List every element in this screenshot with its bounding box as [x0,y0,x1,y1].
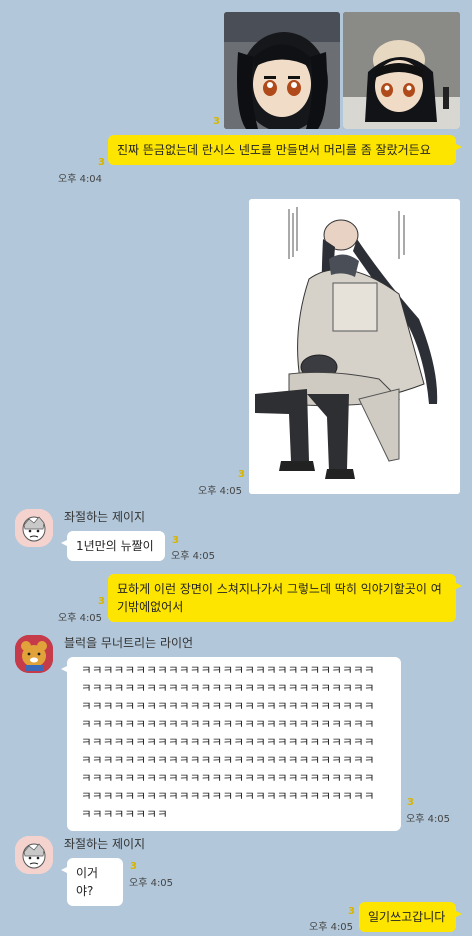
sender-name: 블럭을 무너트리는 라이언 [64,636,194,650]
unread-count: 3 [98,596,105,607]
other-message-bubble[interactable]: 1년만의 뉴짤이 [61,531,165,561]
message-line: ㅋㅋㅋㅋㅋㅋㅋㅋㅋㅋㅋㅋㅋㅋㅋㅋㅋㅋㅋㅋㅋㅋㅋㅋㅋㅋㅋ [81,717,375,731]
message-time: 오후 4:05 [198,486,243,497]
message-line: ㅋㅋㅋㅋㅋㅋㅋㅋㅋㅋㅋㅋㅋㅋㅋㅋㅋㅋㅋㅋㅋㅋㅋㅋㅋㅋㅋ [81,789,375,803]
message-line: ㅋㅋㅋㅋㅋㅋㅋㅋㅋㅋㅋㅋㅋㅋㅋㅋㅋㅋㅋㅋㅋㅋㅋㅋㅋㅋㅋ [81,771,375,785]
message-time: 오후 4:05 [406,814,451,825]
message-time: 오후 4:04 [58,174,103,185]
message-line: ㅋㅋㅋㅋㅋㅋㅋㅋ [81,807,169,821]
photo-illustration[interactable] [249,199,460,494]
message-line: ㅋㅋㅋㅋㅋㅋㅋㅋㅋㅋㅋㅋㅋㅋㅋㅋㅋㅋㅋㅋㅋㅋㅋㅋㅋㅋㅋ [81,681,375,695]
unread-count: 3 [407,797,414,808]
unread-count: 3 [238,469,245,480]
message-time: 오후 4:05 [171,551,216,562]
ryan-avatar-icon[interactable] [15,635,53,673]
my-message-bubble[interactable]: 진짜 뜬금없는데 란시스 넨도를 만들면서 머리를 좀 잘랐거든요 [108,135,462,165]
unread-count: 3 [213,116,220,127]
unread-count: 3 [348,906,355,917]
message-time: 오후 4:05 [129,878,174,889]
jayg-avatar-icon[interactable] [15,509,53,547]
photo-nendoroid-before[interactable] [224,12,340,129]
photo-nendoroid-after[interactable] [343,12,460,129]
message-time: 오후 4:05 [309,922,354,933]
message-line: ㅋㅋㅋㅋㅋㅋㅋㅋㅋㅋㅋㅋㅋㅋㅋㅋㅋㅋㅋㅋㅋㅋㅋㅋㅋㅋㅋ [81,753,375,767]
my-message-bubble[interactable]: 묘하게 이런 장면이 스쳐지나가서 그렇느데 딱히 익야기할곳이 여기밖에없어서 [108,574,462,622]
other-message-bubble[interactable]: ㅋㅋㅋㅋㅋㅋㅋㅋㅋㅋㅋㅋㅋㅋㅋㅋㅋㅋㅋㅋㅋㅋㅋㅋㅋㅋㅋ ㅋㅋㅋㅋㅋㅋㅋㅋㅋㅋㅋㅋ… [61,657,401,831]
unread-count: 3 [98,157,105,168]
other-message-bubble[interactable]: 이거야? [61,858,123,906]
message-line: ㅋㅋㅋㅋㅋㅋㅋㅋㅋㅋㅋㅋㅋㅋㅋㅋㅋㅋㅋㅋㅋㅋㅋㅋㅋㅋㅋ [81,699,375,713]
sender-name: 좌절하는 제이지 [64,837,146,851]
jayg-avatar-icon[interactable] [15,836,53,874]
sender-name: 좌절하는 제이지 [64,510,146,524]
message-line: ㅋㅋㅋㅋㅋㅋㅋㅋㅋㅋㅋㅋㅋㅋㅋㅋㅋㅋㅋㅋㅋㅋㅋㅋㅋㅋㅋ [81,735,375,749]
message-time: 오후 4:05 [58,613,103,624]
my-message-bubble[interactable]: 일기쓰고갑니다 [359,902,462,932]
unread-count: 3 [172,535,179,546]
message-line: ㅋㅋㅋㅋㅋㅋㅋㅋㅋㅋㅋㅋㅋㅋㅋㅋㅋㅋㅋㅋㅋㅋㅋㅋㅋㅋㅋ [81,663,375,677]
unread-count: 3 [130,861,137,872]
